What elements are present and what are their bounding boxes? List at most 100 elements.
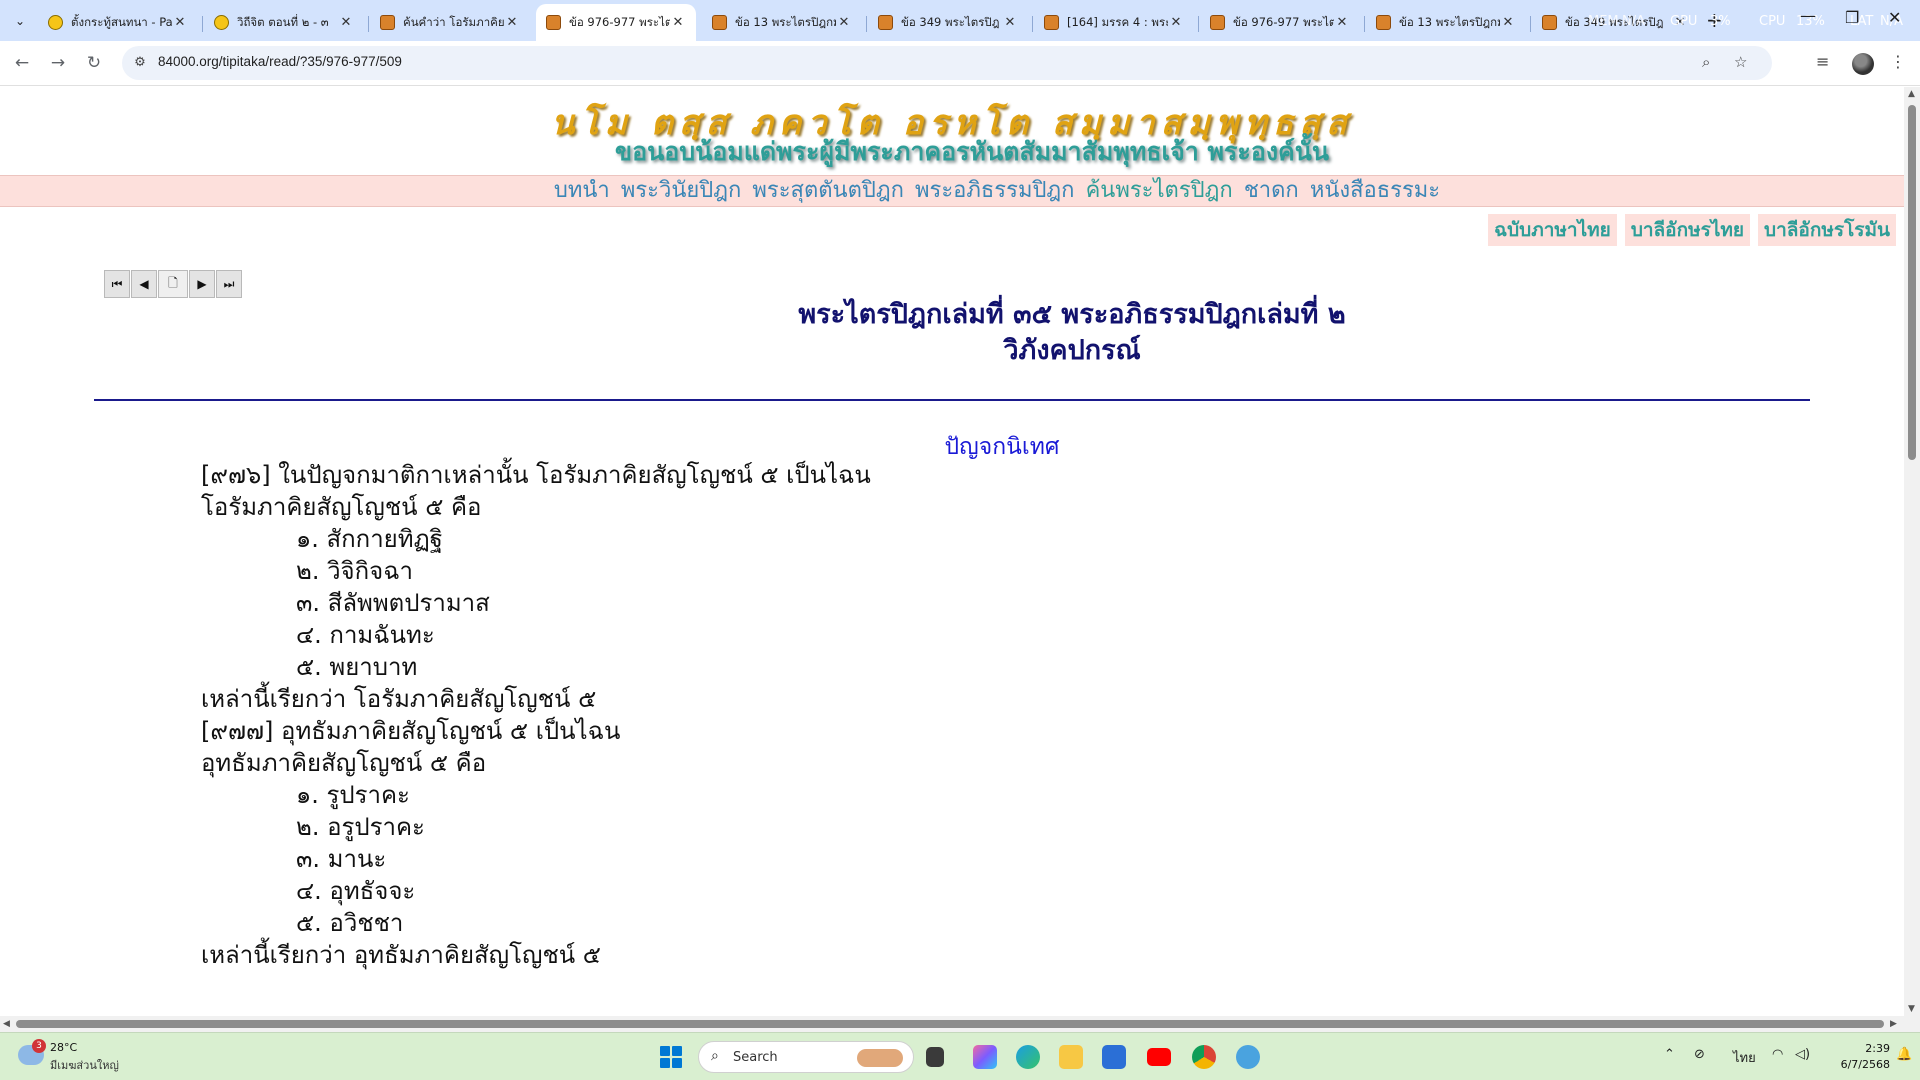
close-icon[interactable]: ✕ xyxy=(1500,15,1516,30)
text-line: โอรัมภาคิยสัญโญชน์ ๕ คือ xyxy=(201,493,482,521)
close-icon[interactable]: ✕ xyxy=(338,15,354,30)
tab-search-icon[interactable]: ⌄ xyxy=(8,9,32,33)
taskbar: 3 28°C มีเมฆส่วนใหญ่ ⌕ Search ⌃ ⊘ ไทย ◠ … xyxy=(0,1032,1920,1080)
menu-vinaya[interactable]: พระวินัยปิฎก xyxy=(621,178,741,203)
pali-thai-script-button[interactable]: บาลีอักษรไทย xyxy=(1624,214,1751,246)
thai-homage: ขอนอบน้อมแด่พระผู้มีพระภาคอรหันตสัมมาสัม… xyxy=(615,137,1329,166)
site-settings-icon[interactable]: ⚙ xyxy=(132,55,148,71)
notifications-bell-icon[interactable]: 🔔 xyxy=(1896,1047,1912,1062)
zoom-icon[interactable]: ⌕ xyxy=(1702,53,1710,71)
edge-icon[interactable] xyxy=(1016,1045,1040,1069)
back-icon[interactable]: ← xyxy=(10,51,34,75)
wifi-icon[interactable]: ◠ xyxy=(1772,1047,1783,1062)
chrome-icon[interactable] xyxy=(1192,1045,1216,1069)
address-bar[interactable]: ⚙ 84000.org/tipitaka/read/?35/976-977/50… xyxy=(122,46,1772,80)
bookmark-star-icon[interactable]: ☆ xyxy=(1734,53,1747,71)
network-off-icon[interactable]: ⊘ xyxy=(1694,1047,1705,1062)
media-controls-icon[interactable]: ≡ xyxy=(1816,52,1829,71)
book-title-line1: พระไตรปิฎกเล่มที่ ๓๕ พระอภิธรรมปิฎกเล่มท… xyxy=(798,299,1346,330)
menu-sutta[interactable]: พระสุตตันตปิฎก xyxy=(752,178,904,203)
close-icon[interactable]: ✕ xyxy=(1168,15,1184,30)
perf-mem-label: MEM xyxy=(1588,14,1619,29)
dhamma-icon xyxy=(878,15,893,30)
minimize-icon[interactable]: — xyxy=(1800,6,1816,25)
document-icon[interactable]: 🗋 xyxy=(158,270,188,298)
scroll-left-icon[interactable]: ◀ xyxy=(3,1019,10,1029)
scroll-down-icon[interactable]: ▼ xyxy=(1908,1004,1915,1014)
forward-icon[interactable]: → xyxy=(46,51,70,75)
emoji-icon xyxy=(214,15,229,30)
menu-intro[interactable]: บทนำ xyxy=(554,178,610,203)
volume-icon[interactable]: ◁) xyxy=(1795,1047,1810,1062)
previous-page-icon[interactable]: ◀ xyxy=(131,270,157,298)
list-item: ๑. สักกายทิฏฐิ xyxy=(296,525,443,553)
app-icon[interactable] xyxy=(1236,1045,1260,1069)
pali-roman-script-button[interactable]: บาลีอักษรโรมัน xyxy=(1758,214,1896,246)
tab-title: ตั้งกระทู้สนทนา - Pa xyxy=(71,14,172,29)
reload-icon[interactable]: ↻ xyxy=(82,51,106,75)
menu-jataka[interactable]: ชาดก xyxy=(1244,178,1299,203)
next-page-icon[interactable]: ▶ xyxy=(189,270,215,298)
scroll-thumb[interactable] xyxy=(16,1020,1884,1028)
youtube-icon[interactable] xyxy=(1147,1048,1171,1066)
book-title: พระไตรปิฎกเล่มที่ ๓๕ พระอภิธรรมปิฎกเล่มท… xyxy=(0,297,1904,369)
tab[interactable]: วิถีจิต ตอนที่ ๒ - ๓ ✕ xyxy=(204,4,364,41)
close-icon[interactable]: ✕ xyxy=(1002,15,1018,30)
windows-start-icon[interactable] xyxy=(660,1046,682,1068)
tab[interactable]: ข้อ 13 พระไตรปิฎกม ✕ xyxy=(702,4,862,41)
close-icon[interactable]: ✕ xyxy=(1334,15,1350,30)
store-icon[interactable] xyxy=(1102,1045,1126,1069)
weather-temperature: 28°C xyxy=(50,1041,78,1054)
tab[interactable]: ตั้งกระทู้สนทนา - Pa ✕ xyxy=(38,4,198,41)
close-icon[interactable]: ✕ xyxy=(504,15,520,30)
profile-avatar[interactable] xyxy=(1852,53,1874,75)
close-icon[interactable]: ✕ xyxy=(670,15,686,30)
list-item: ๒. อรูปราคะ xyxy=(296,813,425,841)
scroll-right-icon[interactable]: ▶ xyxy=(1890,1019,1897,1029)
tab-title: ข้อ 349 พระไตรปิฎ xyxy=(901,14,1000,29)
close-window-icon[interactable]: ✕ xyxy=(1888,8,1901,27)
input-language[interactable]: ไทย xyxy=(1733,1047,1756,1068)
notification-badge: 3 xyxy=(32,1039,46,1053)
vertical-scrollbar[interactable]: ▲ ▼ xyxy=(1904,87,1920,1016)
copilot-icon[interactable] xyxy=(973,1045,997,1069)
close-icon[interactable]: ✕ xyxy=(172,15,188,30)
tab-divider xyxy=(1198,16,1199,32)
task-view-icon[interactable] xyxy=(926,1047,944,1067)
menu-kebab-icon[interactable]: ⋮ xyxy=(1890,52,1906,71)
scroll-thumb[interactable] xyxy=(1908,105,1916,460)
text-line: อุทธัมภาคิยสัญโญชน์ ๕ คือ xyxy=(201,749,487,777)
tab[interactable]: ข้อ 349 พระไตรปิฎ ✕ xyxy=(868,4,1028,41)
text-line: เหล่านี้เรียกว่า อุทธัมภาคิยสัญโญชน์ ๕ xyxy=(201,941,601,969)
tab-divider xyxy=(1530,16,1531,32)
tab[interactable]: [164] มรรค 4 : พระม ✕ xyxy=(1034,4,1194,41)
search-icon: ⌕ xyxy=(711,1048,719,1064)
book-title-line2: วิภังคปกรณ์ xyxy=(1003,335,1141,366)
restore-icon[interactable]: ❐ xyxy=(1845,8,1859,27)
weather-widget[interactable]: 3 28°C มีเมฆส่วนใหญ่ xyxy=(18,1039,138,1073)
close-icon[interactable]: ✕ xyxy=(836,15,852,30)
url-text[interactable]: 84000.org/tipitaka/read/?35/976-977/509 xyxy=(158,54,402,69)
file-explorer-icon[interactable] xyxy=(1059,1045,1083,1069)
first-page-icon[interactable]: ⏮ xyxy=(104,270,130,298)
tab[interactable]: ข้อ 976-977 พระไต ✕ xyxy=(1200,4,1360,41)
text-line: [๙๗๖] ในปัญจกมาติกาเหล่านั้น โอรัมภาคิยส… xyxy=(201,461,871,489)
scroll-up-icon[interactable]: ▲ xyxy=(1908,89,1915,99)
dhamma-icon xyxy=(1044,15,1059,30)
chevron-up-icon[interactable]: ⌃ xyxy=(1664,1047,1675,1062)
menu-abhidhamma[interactable]: พระอภิธรรมปิฎก xyxy=(915,178,1074,203)
last-page-icon[interactable]: ⏭ xyxy=(216,270,242,298)
list-item: ๕. พยาบาท xyxy=(296,653,418,681)
menu-dhamma-books[interactable]: หนังสือธรรมะ xyxy=(1310,178,1440,203)
tab[interactable]: ค้นคำว่า โอรัมภาคิยสั ✕ xyxy=(370,4,530,41)
thai-edition-button[interactable]: ฉบับภาษาไทย xyxy=(1488,214,1617,246)
menu-search[interactable]: ค้นพระไตรปิฎก xyxy=(1086,178,1233,203)
tab[interactable]: ข้อ 13 พระไตรปิฎกม ✕ xyxy=(1366,4,1526,41)
text-line: [๙๗๗] อุทธัมภาคิยสัญโญชน์ ๕ เป็นไฉน xyxy=(201,717,621,745)
taskbar-search[interactable]: ⌕ Search xyxy=(698,1041,914,1073)
clock[interactable]: 2:39 6/7/2568 xyxy=(1840,1041,1890,1073)
tab-divider xyxy=(1032,16,1033,32)
horizontal-scrollbar[interactable]: ◀ ▶ xyxy=(0,1016,1920,1032)
weather-description: มีเมฆส่วนใหญ่ xyxy=(50,1059,119,1072)
tab-active[interactable]: ข้อ 976-977 พระไต ✕ xyxy=(536,4,696,41)
